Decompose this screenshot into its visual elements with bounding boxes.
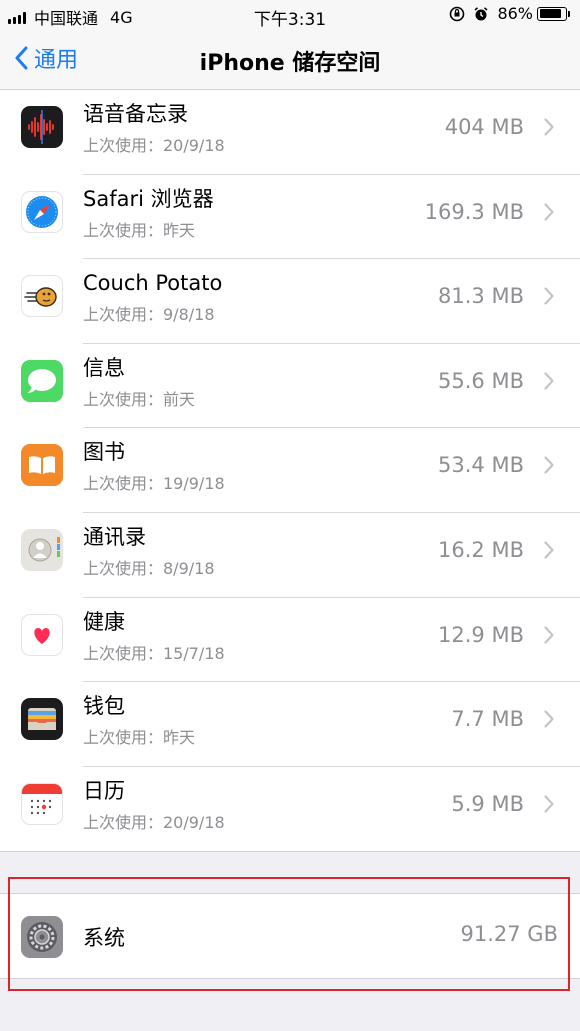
system-size: 91.27 GB (460, 922, 558, 946)
settings-gear-icon (21, 916, 63, 958)
chevron-right-icon (544, 372, 554, 390)
chevron-right-icon (544, 456, 554, 474)
list-item-voice-memos[interactable]: 语音备忘录 上次使用：20/9/18 404 MB (0, 90, 580, 175)
contacts-icon (21, 528, 63, 571)
voice-memos-icon (21, 106, 63, 148)
last-used-date: 上次使用：15/7/18 (83, 643, 225, 663)
chevron-right-icon (544, 202, 554, 221)
couch-potato-icon (21, 275, 63, 318)
wallet-icon (21, 698, 63, 741)
status-bar: 中国联通 4G 下午3:31 86% (0, 0, 580, 30)
battery-percent: 86% (497, 4, 533, 23)
system-storage-row[interactable]: 系统 91.27 GB (0, 893, 580, 979)
navigation-bar: 通用 iPhone 储存空间 (0, 30, 580, 90)
app-size: 81.3 MB (438, 284, 524, 309)
books-icon (21, 444, 63, 487)
last-used-date: 上次使用：9/8/18 (83, 305, 215, 325)
app-name: Safari 浏览器 (83, 186, 214, 211)
list-item-couch-potato[interactable]: Couch Potato 上次使用：9/8/18 81.3 MB (0, 259, 580, 344)
app-size: 5.9 MB (451, 791, 524, 816)
status-right: 86% (449, 4, 570, 23)
last-used-date: 上次使用：19/9/18 (83, 474, 225, 494)
system-name: 系统 (83, 926, 125, 950)
messages-icon (21, 359, 63, 402)
app-size: 53.4 MB (438, 453, 524, 478)
page-title: iPhone 储存空间 (199, 51, 381, 76)
app-size: 404 MB (444, 115, 524, 139)
app-size: 55.6 MB (438, 368, 524, 393)
orientation-lock-icon (450, 6, 465, 21)
chevron-right-icon (544, 625, 554, 644)
alarm-icon (474, 6, 488, 20)
chevron-right-icon (544, 710, 554, 728)
last-used-date: 上次使用：昨天 (83, 728, 196, 748)
app-name: 通讯录 (83, 524, 146, 549)
list-item-health[interactable]: 健康 上次使用：15/7/18 12.9 MB (0, 598, 580, 683)
last-used-date: 上次使用：20/9/18 (83, 136, 225, 155)
list-item-calendar[interactable]: 日历 上次使用：20/9/18 5.9 MB (0, 767, 580, 852)
last-used-date: 上次使用：昨天 (83, 220, 196, 240)
chevron-right-icon (544, 541, 554, 559)
battery-fill (539, 9, 561, 18)
list-item-wallet[interactable]: 钱包 上次使用：昨天 7.7 MB (0, 682, 580, 767)
app-storage-list: 语音备忘录 上次使用：20/9/18 404 MB Safari 浏览器 上次使… (0, 90, 580, 853)
last-used-date: 上次使用：8/9/18 (83, 558, 215, 578)
list-item-safari[interactable]: Safari 浏览器 上次使用：昨天 169.3 MB (0, 175, 580, 260)
list-item-messages[interactable]: 信息 上次使用：前天 55.6 MB (0, 344, 580, 429)
app-size: 16.2 MB (438, 537, 524, 562)
app-size: 12.9 MB (438, 622, 524, 647)
list-item-books[interactable]: 图书 上次使用：19/9/18 53.4 MB (0, 428, 580, 513)
app-name: 语音备忘录 (83, 102, 188, 126)
battery-icon (537, 6, 570, 21)
last-used-date: 上次使用：20/9/18 (83, 812, 225, 832)
health-icon (21, 613, 63, 656)
app-size: 169.3 MB (424, 199, 524, 224)
app-name: Couch Potato (83, 271, 223, 296)
app-name: 信息 (83, 355, 125, 380)
app-name: 钱包 (83, 694, 125, 719)
chevron-right-icon (544, 287, 554, 305)
app-name: 图书 (83, 440, 125, 465)
app-name: 健康 (83, 609, 125, 634)
safari-icon (21, 190, 63, 233)
last-used-date: 上次使用：前天 (83, 389, 196, 409)
calendar-icon (21, 782, 63, 825)
chevron-right-icon (544, 118, 554, 136)
chevron-right-icon (544, 795, 554, 813)
list-item-contacts[interactable]: 通讯录 上次使用：8/9/18 16.2 MB (0, 513, 580, 598)
app-name: 日历 (83, 778, 125, 803)
app-size: 7.7 MB (451, 707, 524, 732)
